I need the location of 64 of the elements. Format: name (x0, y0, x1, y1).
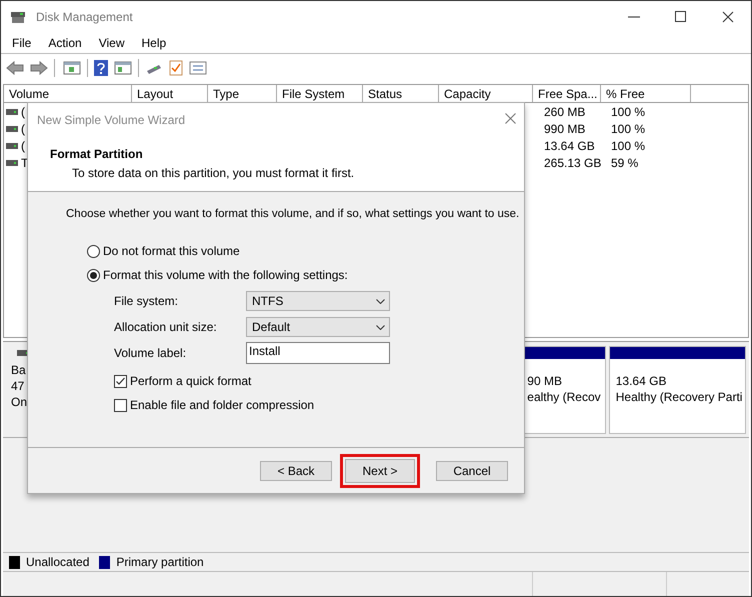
panel-icon[interactable] (114, 60, 132, 74)
forward-arrow-icon[interactable] (30, 60, 48, 74)
partition-size: 13.64 GB (616, 373, 668, 389)
checkbox-icon[interactable] (114, 374, 127, 388)
table-cell-text: T (21, 154, 28, 172)
table-cell-text: 100 % (611, 138, 646, 154)
dialog-button[interactable]: < Back (260, 460, 332, 480)
console-icon[interactable] (63, 60, 81, 74)
legend-label: Primary partition (116, 554, 204, 571)
radio-button-icon[interactable] (87, 268, 100, 282)
dropdown[interactable]: Default (246, 317, 390, 338)
menu-item[interactable]: Action (48, 34, 82, 52)
dialog-button[interactable]: Cancel (436, 460, 508, 480)
disk-info-text: 47 (11, 378, 24, 394)
close-icon[interactable] (722, 11, 734, 23)
field-label: File system: (114, 293, 180, 310)
partition-size: 90 MB (527, 373, 563, 389)
checklist-icon[interactable] (169, 60, 183, 76)
disk-info-text: On (11, 394, 28, 410)
partition-block[interactable]: 13.64 GB Healthy (Recovery Parti (608, 346, 746, 434)
legend-label: Unallocated (26, 554, 90, 571)
radio-option[interactable]: Do not format this volume (87, 243, 240, 260)
partition-status: Healthy (Recovery Parti (616, 389, 744, 405)
window-title: Disk Management (36, 9, 133, 26)
table-cell-text: 990 MB (544, 120, 586, 138)
table-cell-text: 100 % (611, 104, 646, 120)
disk-info-text: Ba (11, 362, 26, 378)
dialog-title: New Simple Volume Wizard (37, 112, 186, 129)
drive-icon (6, 108, 18, 114)
table-cell-text: 265.13 GB (544, 154, 602, 172)
field-label: Volume label: (114, 345, 188, 362)
chevron-down-icon (376, 324, 385, 330)
disk-drive-icon (10, 9, 26, 25)
partition-status: ealthy (Recov (527, 389, 602, 405)
checkbox-option[interactable]: Enable file and folder compression (114, 397, 314, 414)
table-cell-text: 59 % (611, 154, 638, 172)
menu-item[interactable]: Help (142, 34, 166, 52)
drive-icon (6, 160, 18, 166)
table-cell-text: 100 % (611, 120, 646, 138)
table-cell-text: ( (21, 138, 25, 154)
chevron-down-icon (376, 298, 385, 304)
dropdown[interactable]: NTFS (246, 291, 390, 312)
help-icon[interactable] (94, 60, 108, 76)
dialog-heading: Format Partition (50, 146, 143, 163)
checkbox-option[interactable]: Perform a quick format (114, 373, 252, 390)
checkbox-icon[interactable] (114, 398, 127, 412)
dialog-button[interactable]: Next > (340, 454, 420, 488)
table-cell-text: ( (21, 120, 25, 138)
menu-item[interactable]: File (12, 34, 32, 52)
instruction-text: Choose whether you want to format this volume, and if so, what settings you want to use. (66, 207, 520, 222)
field-label: Allocation unit size: (114, 319, 218, 336)
table-cell-text: 13.64 GB (544, 138, 595, 154)
drive-icon (6, 126, 18, 132)
text-field[interactable]: Install (246, 342, 390, 364)
menu-item[interactable]: View (98, 34, 124, 52)
table-cell-text: ( (21, 104, 25, 120)
radio-option[interactable]: Format this volume with the following settings: (87, 267, 348, 284)
radio-button-icon[interactable] (87, 244, 100, 258)
drive-icon (6, 142, 18, 148)
dialog-subheading: To store data on this partition, you must format it first. (72, 165, 354, 182)
list-icon[interactable] (189, 60, 207, 74)
maximize-icon[interactable] (675, 11, 687, 23)
back-arrow-icon[interactable] (6, 60, 24, 74)
table-cell-text: 260 MB (544, 104, 586, 120)
